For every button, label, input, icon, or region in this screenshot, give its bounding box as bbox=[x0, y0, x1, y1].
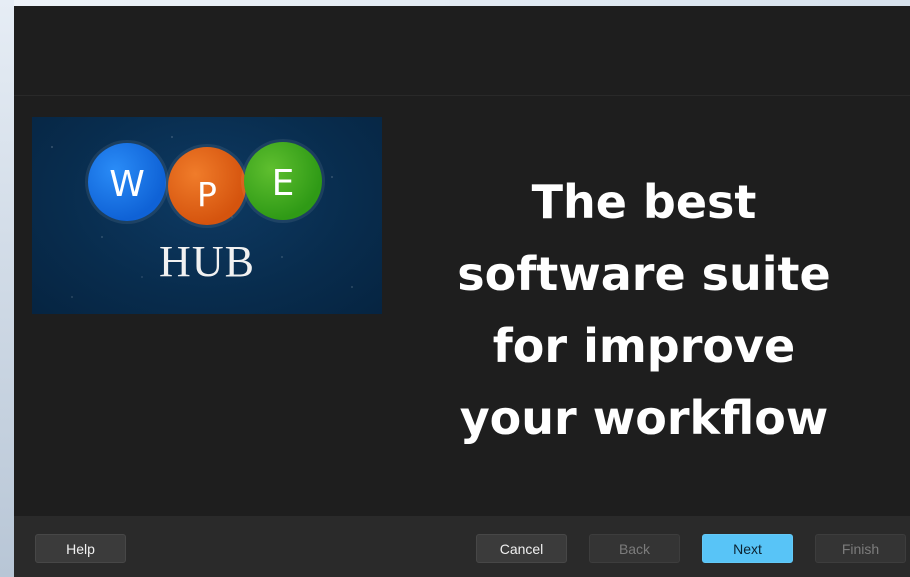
wizard-footer: Help Cancel Back Next Finish bbox=[14, 516, 910, 577]
tagline-line-4: your workflow bbox=[459, 391, 829, 445]
wizard-header bbox=[14, 6, 910, 96]
tagline-line-2: software suite bbox=[457, 247, 831, 301]
finish-button[interactable]: Finish bbox=[815, 534, 906, 563]
next-button[interactable]: Next bbox=[702, 534, 793, 563]
logo-letter-w: W bbox=[109, 163, 145, 205]
cancel-button[interactable]: Cancel bbox=[476, 534, 567, 563]
logo-letter-p: P bbox=[197, 174, 217, 214]
logo-circle-e: E bbox=[244, 142, 322, 220]
tagline: The best software suite for improve your… bbox=[424, 166, 864, 454]
wpe-hub-logo: W P E HUB bbox=[32, 117, 382, 314]
logo-hub-text: HUB bbox=[159, 237, 255, 286]
help-button[interactable]: Help bbox=[35, 534, 126, 563]
desktop-background bbox=[0, 0, 14, 577]
setup-wizard-dialog: W P E HUB The best software suite for im… bbox=[14, 6, 910, 577]
back-button[interactable]: Back bbox=[589, 534, 680, 563]
tagline-line-1: The best bbox=[531, 175, 757, 229]
logo-circle-w: W bbox=[88, 143, 166, 221]
tagline-line-3: for improve bbox=[492, 319, 796, 373]
logo-letter-e: E bbox=[271, 162, 295, 204]
logo-circle-p: P bbox=[168, 147, 246, 225]
